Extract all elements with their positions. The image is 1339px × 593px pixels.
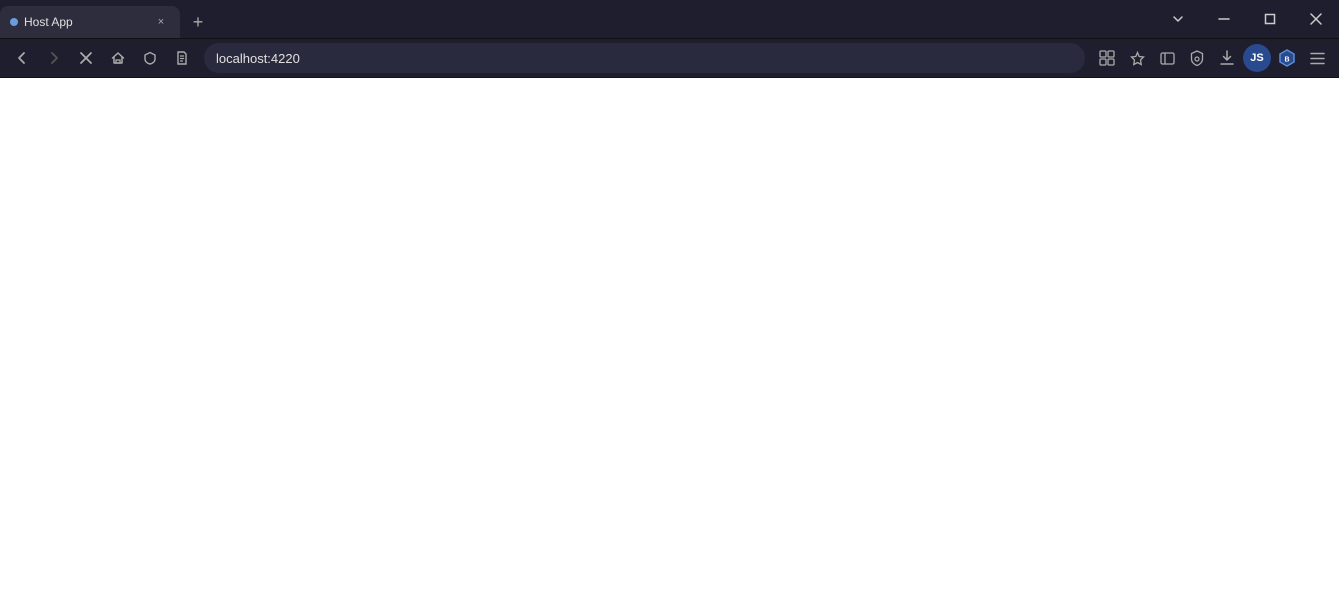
address-bar[interactable]: localhost:4220 xyxy=(204,43,1085,73)
downloads-button[interactable] xyxy=(1213,44,1241,72)
bookmark-button[interactable] xyxy=(1123,44,1151,72)
stop-reload-button[interactable] xyxy=(72,44,100,72)
forward-button[interactable] xyxy=(40,44,68,72)
title-bar-left: Host App × + xyxy=(0,0,1155,38)
maximize-button[interactable] xyxy=(1247,0,1293,38)
svg-text:B: B xyxy=(1284,57,1289,64)
close-button[interactable] xyxy=(1293,0,1339,38)
back-button[interactable] xyxy=(8,44,36,72)
new-tab-button[interactable]: + xyxy=(184,8,212,36)
brave-shield-button[interactable] xyxy=(1183,44,1211,72)
sidebar-button[interactable] xyxy=(1153,44,1181,72)
content-area xyxy=(0,78,1339,593)
tab-close-button[interactable]: × xyxy=(152,13,170,31)
toolbar-right: JS B xyxy=(1093,44,1331,72)
extensions-button[interactable] xyxy=(1093,44,1121,72)
browser-tab-host-app[interactable]: Host App × xyxy=(0,6,180,38)
menu-button[interactable] xyxy=(1303,44,1331,72)
home-button[interactable] xyxy=(104,44,132,72)
tab-strip: Host App × + xyxy=(0,0,212,38)
address-bar-text: localhost:4220 xyxy=(216,51,1073,66)
minimize-button[interactable] xyxy=(1201,0,1247,38)
profile-button[interactable]: JS xyxy=(1243,44,1271,72)
tab-list-dropdown-button[interactable] xyxy=(1155,0,1201,38)
window-controls xyxy=(1155,0,1339,38)
page-info-icon[interactable] xyxy=(168,44,196,72)
tab-favicon xyxy=(10,18,18,26)
profile-initials: JS xyxy=(1250,52,1263,64)
title-bar: Host App × + xyxy=(0,0,1339,38)
tracking-protection-icon[interactable] xyxy=(136,44,164,72)
tab-title: Host App xyxy=(24,15,146,29)
brave-app-button[interactable]: B xyxy=(1273,44,1301,72)
nav-bar: localhost:4220 xyxy=(0,38,1339,78)
